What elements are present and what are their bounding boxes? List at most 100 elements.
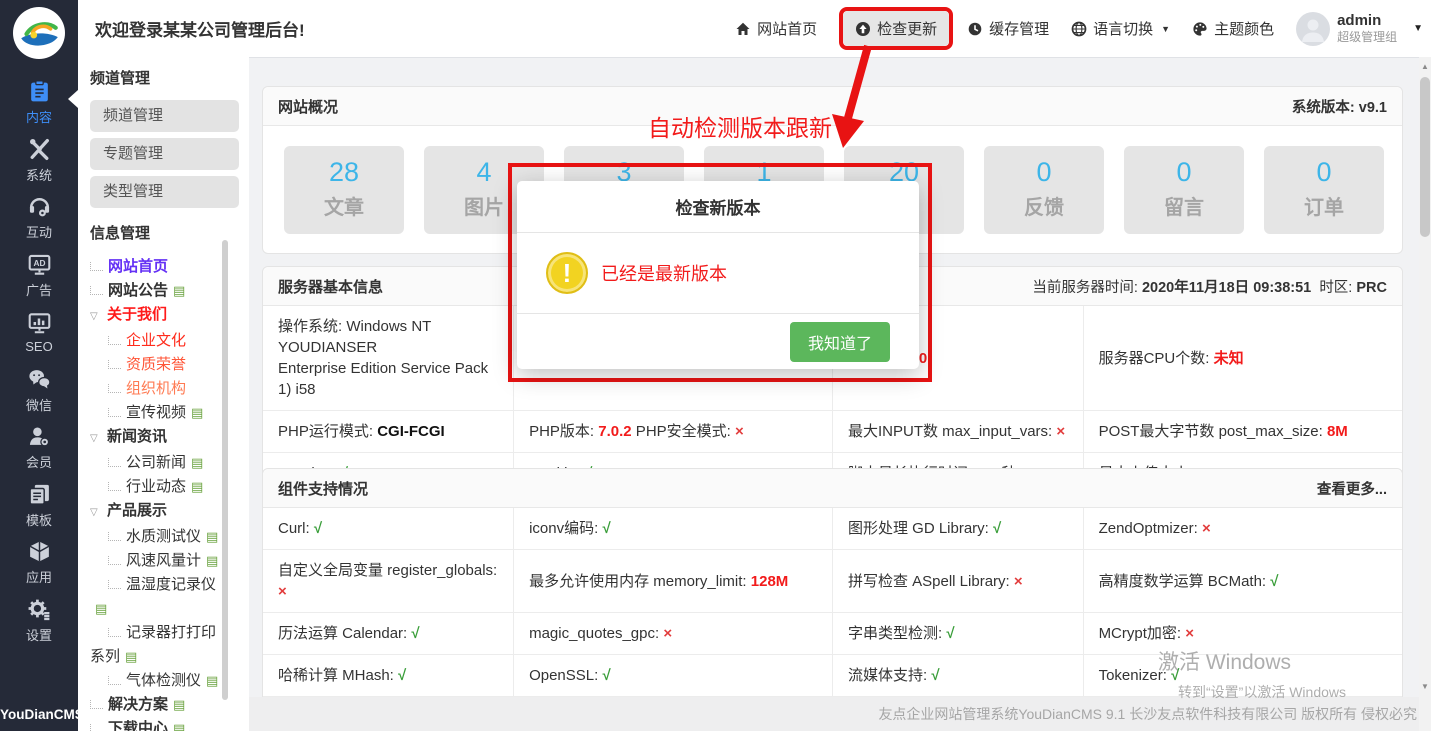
- tree-line: [108, 336, 121, 345]
- doc-icon: ▤: [95, 597, 107, 621]
- info-cell: PHP版本: 7.0.2 PHP安全模式: ×: [514, 411, 833, 453]
- doc-icon: ▤: [191, 401, 203, 425]
- tree-line: [108, 360, 121, 369]
- tree-item-关于我们[interactable]: ▽关于我们: [90, 303, 239, 329]
- user-meta: admin超级管理组: [1337, 12, 1397, 44]
- doc-icon: ▤: [206, 549, 218, 573]
- tree-item-资质荣誉[interactable]: 资质荣誉: [90, 353, 239, 377]
- tree-line: [90, 262, 103, 271]
- tree-item-温湿度记录仪[interactable]: 温湿度记录仪 ▤: [90, 573, 239, 621]
- warning-icon: !: [546, 252, 588, 294]
- sidebar-item-SEO[interactable]: SEO: [0, 304, 78, 362]
- tree-item-label: 网站公告: [108, 282, 168, 299]
- palette-icon: [1192, 21, 1208, 37]
- tree-item-行业动态[interactable]: 行业动态▤: [90, 475, 239, 499]
- nav-item-主题颜色[interactable]: 主题颜色: [1192, 18, 1274, 39]
- info-cell: 服务器CPU个数: 未知: [1083, 306, 1402, 411]
- app-logo[interactable]: [13, 7, 65, 59]
- main-scrollbar[interactable]: ▲ ▼: [1419, 57, 1431, 731]
- tree-item-网站公告[interactable]: 网站公告▤: [90, 279, 239, 303]
- user-chevron-down-icon[interactable]: ▼: [1413, 23, 1423, 34]
- sidebar-item-模板[interactable]: 模板: [0, 477, 78, 535]
- info-cell: 自定义全局变量 register_globals: ×: [263, 550, 514, 613]
- tree-collapse-icon[interactable]: ▽: [90, 305, 104, 329]
- tree-item-下载中心[interactable]: 下载中心▤: [90, 717, 239, 731]
- tree-item-label: 新闻资讯: [107, 428, 167, 445]
- user-menu[interactable]: admin超级管理组: [1296, 12, 1397, 46]
- tree-item-企业文化[interactable]: 企业文化: [90, 329, 239, 353]
- nav-item-网站首页[interactable]: 网站首页: [735, 18, 817, 39]
- sidebar-item-label: 模板: [26, 510, 52, 529]
- info-cell: PHP运行模式: CGI-FCGI: [263, 411, 514, 453]
- tree-item-宣传视频[interactable]: 宣传视频▤: [90, 401, 239, 425]
- doc-icon: ▤: [125, 645, 137, 669]
- member-icon: [27, 424, 52, 449]
- nav-item-语言切换[interactable]: 语言切换▼: [1071, 18, 1170, 39]
- scrollbar-thumb[interactable]: [1420, 77, 1430, 237]
- tree-item-解决方案[interactable]: 解决方案▤: [90, 693, 239, 717]
- sidebar-item-微信[interactable]: 微信: [0, 362, 78, 420]
- sidebar-item-label: 应用: [26, 567, 52, 586]
- table-row: PHP运行模式: CGI-FCGIPHP版本: 7.0.2 PHP安全模式: ×…: [263, 411, 1402, 453]
- sidebar-item-label: 广告: [26, 280, 52, 299]
- info-cell: Tokenizer: √: [1083, 655, 1402, 697]
- sidebar-item-会员[interactable]: 会员: [0, 419, 78, 477]
- app-icon: [27, 539, 52, 564]
- tree-item-记录器打打印系列[interactable]: 记录器打打印 系列▤: [90, 621, 239, 669]
- confirm-button[interactable]: 我知道了: [790, 322, 890, 362]
- tree-item-label: 关于我们: [107, 306, 167, 323]
- tree-item-label: 网站首页: [108, 258, 168, 275]
- tree-item-风速风量计[interactable]: 风速风量计▤: [90, 549, 239, 573]
- sidebar-item-广告[interactable]: AD广告: [0, 247, 78, 305]
- info-cell: 操作系统: Windows NT YOUDIANSER Enterprise E…: [263, 306, 514, 411]
- menu-button-类型管理[interactable]: 类型管理: [90, 176, 239, 208]
- nav-item-缓存管理[interactable]: 缓存管理: [967, 18, 1049, 39]
- tree-collapse-icon[interactable]: ▽: [90, 501, 104, 525]
- info-cell: 历法运算 Calendar: √: [263, 613, 514, 655]
- nav-item-label: 缓存管理: [989, 18, 1049, 39]
- template-icon: [27, 482, 52, 507]
- sidebar-item-互动[interactable]: 互动: [0, 189, 78, 247]
- menu-button-频道管理[interactable]: 频道管理: [90, 100, 239, 132]
- info-cell: POST最大字节数 post_max_size: 8M: [1083, 411, 1402, 453]
- seo-icon: [27, 311, 52, 336]
- submenu-scrollbar-thumb[interactable]: [222, 240, 228, 700]
- sidebar-item-设置[interactable]: 设置: [0, 592, 78, 650]
- tree-line: [108, 580, 121, 589]
- sidebar-item-应用[interactable]: 应用: [0, 534, 78, 592]
- tree-item-label: 水质测试仪: [126, 528, 201, 545]
- tree-line: [108, 556, 121, 565]
- tree-item-网站首页[interactable]: 网站首页: [90, 255, 239, 279]
- sidebar-item-内容[interactable]: 内容: [0, 74, 78, 132]
- nav-item-label: 网站首页: [757, 18, 817, 39]
- info-cell: Curl: √: [263, 508, 514, 550]
- tree-item-产品展示[interactable]: ▽产品展示: [90, 499, 239, 525]
- tree-item-公司新闻[interactable]: 公司新闻▤: [90, 451, 239, 475]
- scroll-down-icon[interactable]: ▼: [1419, 682, 1431, 691]
- server-time: 当前服务器时间: 2020年11月18日 09:38:51 时区: PRC: [1032, 276, 1387, 297]
- nav-item-检查更新[interactable]: 检查更新: [843, 11, 949, 46]
- tree-item-新闻资讯[interactable]: ▽新闻资讯: [90, 425, 239, 451]
- stat-label: 订单: [1264, 191, 1384, 220]
- tree-line: [108, 532, 121, 541]
- menu-button-专题管理[interactable]: 专题管理: [90, 138, 239, 170]
- stat-card: 0留言: [1124, 146, 1244, 234]
- sidebar-item-系统[interactable]: 系统: [0, 132, 78, 190]
- tree-item-水质测试仪[interactable]: 水质测试仪▤: [90, 525, 239, 549]
- view-more-link[interactable]: 查看更多...: [1317, 478, 1387, 499]
- tree-line: [108, 458, 121, 467]
- scroll-up-icon[interactable]: ▲: [1419, 62, 1431, 71]
- tree-collapse-icon[interactable]: ▽: [90, 427, 104, 451]
- system-version: 系统版本: v9.1: [1292, 96, 1387, 117]
- sidebar-item-label: 系统: [26, 165, 52, 184]
- sidebar-item-label: 设置: [26, 625, 52, 644]
- doc-icon: ▤: [191, 451, 203, 475]
- nav-item-label: 主题颜色: [1214, 18, 1274, 39]
- main-content: 网站概况 系统版本: v9.1 28文章4图片31200反馈0留言0订单 服务器…: [249, 57, 1419, 731]
- tree-item-气体检测仪[interactable]: 气体检测仪▤: [90, 669, 239, 693]
- tree-item-组织机构[interactable]: 组织机构: [90, 377, 239, 401]
- annotation-text: 自动检测版本跟新: [648, 109, 832, 143]
- submenu-panel: 频道管理 频道管理专题管理类型管理 信息管理 网站首页网站公告▤▽关于我们企业文…: [78, 57, 249, 731]
- table-row: Curl: √iconv编码: √图形处理 GD Library: √ZendO…: [263, 508, 1402, 550]
- tree-item-label: 气体检测仪: [126, 672, 201, 689]
